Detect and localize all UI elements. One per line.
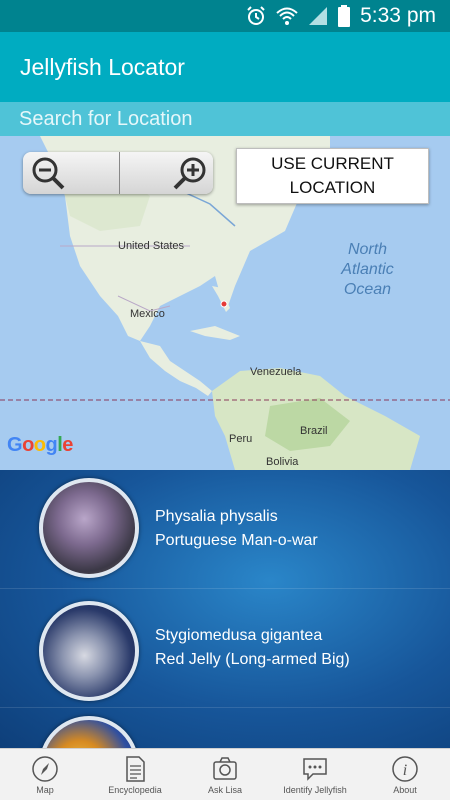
map-label-bolivia: Bolivia <box>266 456 299 468</box>
species-common-name: Red Jelly (Long-armed Big) <box>155 651 350 668</box>
search-input[interactable] <box>19 107 450 131</box>
nav-label: Ask Lisa <box>207 785 242 795</box>
info-icon: i <box>392 756 418 782</box>
species-scientific-name: Stygiomedusa gigantea <box>155 627 323 644</box>
list-item[interactable]: Physalia physalis Portuguese Man-o-war <box>0 470 450 589</box>
nav-label: Encyclopedia <box>108 785 162 795</box>
nav-label: Map <box>36 785 54 795</box>
clock: 5:33 pm <box>360 4 436 27</box>
map-label-peru: Peru <box>229 433 253 445</box>
alarm-icon <box>247 6 265 25</box>
compass-icon <box>32 756 58 782</box>
map-label-ocean: North Atlantic Ocean <box>341 241 394 298</box>
search-bar[interactable] <box>0 102 450 136</box>
signal-icon <box>309 7 328 25</box>
species-thumbnail <box>39 601 139 701</box>
nav-item-about[interactable]: i About <box>360 749 450 800</box>
map-label-brazil: Brazil <box>300 425 328 437</box>
nav-item-ask-lisa[interactable]: Ask Lisa <box>180 749 270 800</box>
species-thumbnail <box>39 478 139 578</box>
speech-bubble-icon <box>303 758 327 781</box>
list-item[interactable]: Stygiomedusa gigantea Red Jelly (Long-ar… <box>0 589 450 708</box>
nav-item-map[interactable]: Map <box>0 749 90 800</box>
zoom-in-icon <box>173 157 206 190</box>
zoom-in-button[interactable] <box>119 152 213 194</box>
use-current-location-button[interactable]: USE CURRENT LOCATION <box>236 148 429 204</box>
species-common-name: Portuguese Man-o-war <box>155 532 318 549</box>
nav-item-identify-jellyfish[interactable]: Identify Jellyfish <box>270 749 360 800</box>
map-label-venezuela: Venezuela <box>250 366 302 378</box>
status-bar: 5:33 pm <box>0 0 450 32</box>
list-item[interactable] <box>0 708 450 748</box>
zoom-controls <box>23 152 213 194</box>
species-thumbnail <box>39 716 139 748</box>
zoom-out-button[interactable] <box>23 152 120 194</box>
species-text: Stygiomedusa gigantea Red Jelly (Long-ar… <box>155 624 350 672</box>
species-list[interactable]: Physalia physalis Portuguese Man-o-war S… <box>0 470 450 748</box>
nav-label: Identify Jellyfish <box>283 785 347 795</box>
species-text: Physalia physalis Portuguese Man-o-war <box>155 505 318 553</box>
species-scientific-name: Physalia physalis <box>155 508 278 525</box>
nav-label: About <box>393 785 417 795</box>
app-title: Jellyfish Locator <box>20 53 185 80</box>
map-label-mexico: Mexico <box>130 308 165 320</box>
app-bar: Jellyfish Locator <box>0 32 450 102</box>
zoom-out-icon <box>32 157 65 190</box>
wifi-icon <box>276 7 298 25</box>
nav-item-encyclopedia[interactable]: Encyclopedia <box>90 749 180 800</box>
map-label-united-states: United States <box>118 240 185 252</box>
google-logo: Google <box>7 434 73 456</box>
bottom-nav: Map Encyclopedia Ask Lisa Identify Jelly… <box>0 748 450 800</box>
document-icon <box>126 756 145 782</box>
battery-icon <box>338 5 351 27</box>
svg-text:i: i <box>403 762 407 779</box>
camera-icon <box>213 757 237 780</box>
